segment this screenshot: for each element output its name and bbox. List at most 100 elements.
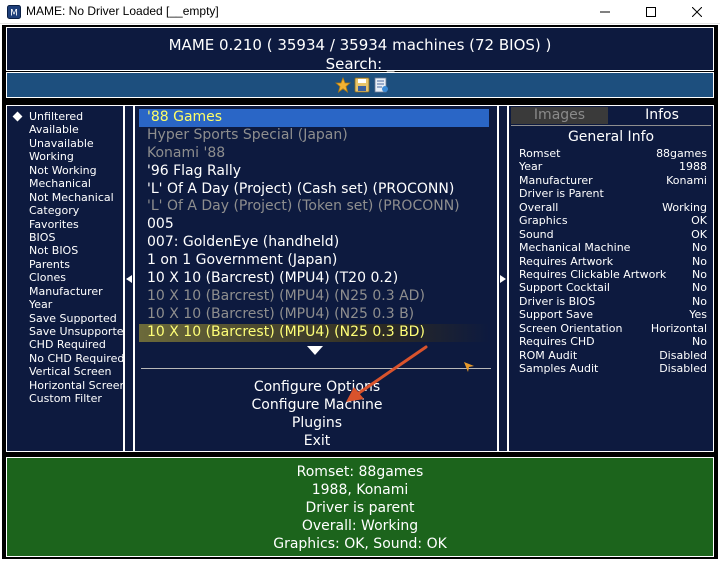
filter-label: Custom Filter <box>29 392 102 406</box>
tab-infos[interactable]: Infos <box>613 107 711 124</box>
info-row: Requires Artwork No <box>519 255 707 268</box>
filter-label: Save Supported <box>29 311 117 325</box>
game-row[interactable]: 1 on 1 Government (Japan) <box>139 252 489 270</box>
plugins-menu-item[interactable]: Plugins <box>135 414 499 432</box>
title-bar[interactable]: M MAME: No Driver Loaded [__empty] <box>0 0 720 24</box>
info-row: Sound OK <box>519 228 707 241</box>
game-list-panel: '88 Games Hyper Sports Special (Japan) Kon… <box>134 105 498 452</box>
filter-label: Not Mechanical <box>29 190 114 204</box>
maximize-button[interactable] <box>628 0 674 24</box>
game-row[interactable]: 005 <box>139 216 489 234</box>
filter-label: BIOS <box>29 230 56 244</box>
info-label: Screen Orientation <box>519 321 623 335</box>
filter-label: Unavailable <box>29 136 94 150</box>
info-label: Year <box>519 160 543 174</box>
scroll-down-arrow-icon[interactable] <box>307 346 323 355</box>
filter-item[interactable]: Category <box>11 204 131 217</box>
info-row: Romset 88games <box>519 147 707 160</box>
info-value: No <box>692 241 707 255</box>
filter-item[interactable]: Parents <box>11 258 131 271</box>
game-row[interactable]: 10 X 10 (Barcrest) (MPU4) (N25 0.3 BD) <box>139 323 489 342</box>
close-icon <box>692 7 702 17</box>
game-row[interactable]: 'L' Of A Day (Project) (Cash set) (PROCO… <box>139 181 489 199</box>
info-value: OK <box>691 227 707 241</box>
game-row[interactable]: '96 Flag Rally <box>139 163 489 181</box>
info-row: Requires CHD No <box>519 335 707 348</box>
filter-item[interactable]: Unfiltered <box>11 110 131 123</box>
filter-item[interactable]: Save Unsupported <box>11 325 131 338</box>
game-row[interactable]: 007: GoldenEye (handheld) <box>139 234 489 252</box>
filter-item[interactable]: Available <box>11 123 131 136</box>
filter-label: Unfiltered <box>29 110 84 123</box>
game-row-selected[interactable]: '88 Games <box>139 109 489 127</box>
info-tabs: Images Infos <box>509 106 713 126</box>
info-row: Screen Orientation Horizontal <box>519 322 707 335</box>
game-row[interactable]: 'L' Of A Day (Project) (Token set) (PROC… <box>139 198 489 216</box>
footer-line: 1988, Konami <box>311 482 409 498</box>
info-label: Driver is BIOS <box>519 294 596 308</box>
machine-count-title: MAME 0.210 ( 35934 / 35934 machines (72 … <box>168 36 552 54</box>
info-value: OK <box>691 214 707 228</box>
info-label: Requires CHD <box>519 335 595 349</box>
game-row[interactable]: Hyper Sports Special (Japan) <box>139 127 489 145</box>
filter-item[interactable]: Custom Filter <box>11 392 131 405</box>
footer-line: Driver is parent <box>305 500 415 516</box>
document-icon <box>374 77 388 93</box>
filter-item[interactable]: Not Mechanical <box>11 191 131 204</box>
filter-item[interactable]: Not Working <box>11 164 131 177</box>
info-value: No <box>692 335 707 349</box>
info-row: Driver is BIOS No <box>519 295 707 308</box>
filter-item[interactable]: Vertical Screen <box>11 365 131 378</box>
info-label: Samples Audit <box>519 362 599 375</box>
info-value: Disabled <box>659 362 707 375</box>
filter-item[interactable]: Mechanical <box>11 177 131 190</box>
info-label: Manufacturer <box>519 173 593 187</box>
header-panel: MAME 0.210 ( 35934 / 35934 machines (72 … <box>6 27 714 73</box>
filter-item[interactable]: Year <box>11 298 131 311</box>
info-row: Graphics OK <box>519 214 707 227</box>
game-row[interactable]: 10 X 10 (Barcrest) (MPU4) (T20 0.2) <box>139 270 489 288</box>
favorites-button[interactable] <box>335 77 351 93</box>
game-row[interactable]: 10 X 10 (Barcrest) (MPU4) (N25 0.3 AD) <box>139 288 489 306</box>
filter-item[interactable]: Unavailable <box>11 137 131 150</box>
save-button[interactable] <box>354 77 370 93</box>
window-title: MAME: No Driver Loaded [__empty] <box>26 4 219 18</box>
configure-machine-menu-item[interactable]: Configure Machine <box>135 396 499 414</box>
filter-item[interactable]: Clones <box>11 271 131 284</box>
footer-line: Graphics: OK, Sound: OK <box>273 536 447 552</box>
game-row[interactable]: Konami '88 <box>139 145 489 163</box>
filter-item[interactable]: No CHD Required <box>11 352 131 365</box>
filter-item[interactable]: BIOS <box>11 231 131 244</box>
mame-window: M MAME: No Driver Loaded [__empty] MAME … <box>0 0 720 561</box>
chevron-left-icon <box>126 274 132 283</box>
info-row: Samples Audit Disabled <box>519 362 707 375</box>
toolbar <box>6 72 714 98</box>
info-label: Mechanical Machine <box>519 241 631 255</box>
info-value: Working <box>662 200 707 214</box>
info-document-button[interactable] <box>373 77 389 93</box>
svg-text:M: M <box>10 9 18 19</box>
tab-divider <box>511 125 711 126</box>
collapse-left-panel-button[interactable] <box>124 105 134 452</box>
mouse-pointer-icon <box>464 362 474 372</box>
filter-item[interactable]: Working <box>11 150 131 163</box>
search-field[interactable]: Search: _ <box>7 55 713 73</box>
filter-item[interactable]: CHD Required <box>11 338 131 351</box>
tab-images[interactable]: Images <box>511 107 608 124</box>
filter-item[interactable]: Manufacturer <box>11 285 131 298</box>
minimize-icon <box>600 11 610 13</box>
filter-item[interactable]: Horizontal Screen <box>11 379 131 392</box>
collapse-right-panel-button[interactable] <box>498 105 508 452</box>
filter-item[interactable]: Not BIOS <box>11 244 131 257</box>
filter-item[interactable]: Favorites <box>11 218 131 231</box>
filter-item[interactable]: Save Supported <box>11 312 131 325</box>
exit-menu-item[interactable]: Exit <box>135 432 499 450</box>
info-row: Requires Clickable Artwork No <box>519 268 707 281</box>
minimize-button[interactable] <box>582 0 628 24</box>
game-row[interactable]: 10 X 10 (Barcrest) (MPU4) (N25 0.3 B) <box>139 306 489 324</box>
close-button[interactable] <box>674 0 720 24</box>
filter-label: Available <box>29 123 79 137</box>
info-label: Requires Artwork <box>519 254 614 268</box>
configure-options-menu-item[interactable]: Configure Options <box>135 378 499 396</box>
info-row: Support Save Yes <box>519 308 707 321</box>
